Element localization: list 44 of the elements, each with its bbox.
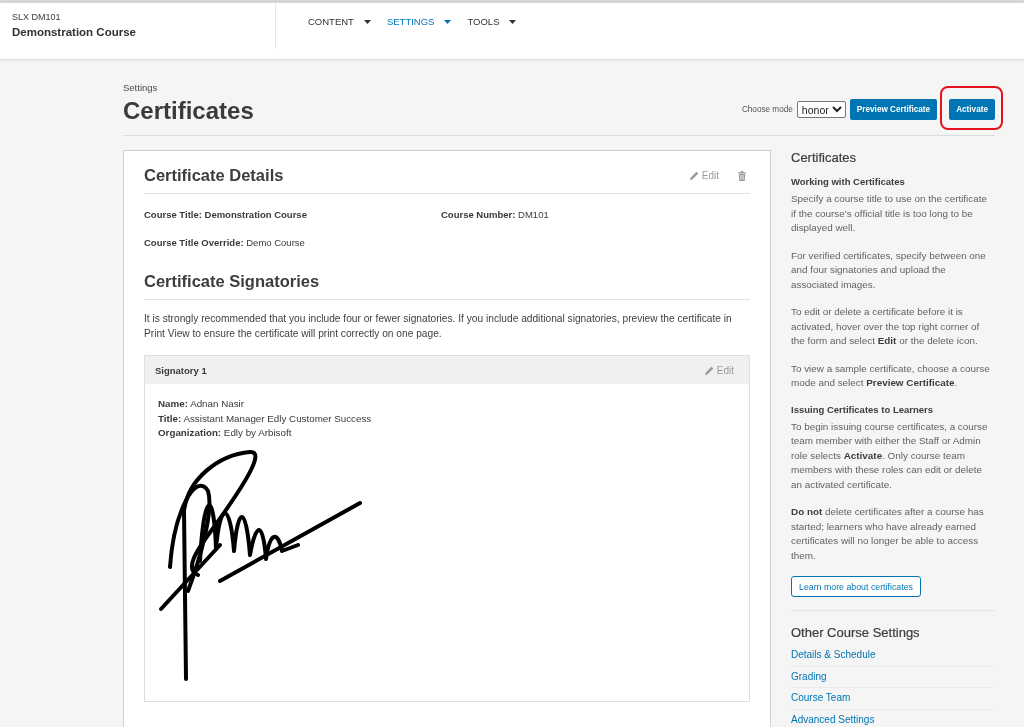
signatory-field: Title: Assistant Manager Edly Customer Success	[158, 411, 736, 426]
sidebar-heading: Certificates	[791, 150, 858, 165]
page-subtitle: Settings	[123, 82, 158, 93]
edit-link[interactable]: Edit	[704, 364, 734, 376]
signatories-note: It is strongly recommended that you include four or fewer signatories. If you include additional signatories, preview the certificate in Print View to ensure the certificate will print correctly on one page.	[144, 312, 733, 341]
section-heading: Certificate Details	[144, 166, 284, 185]
caret-icon	[444, 19, 452, 24]
mode-select[interactable]: honor	[796, 101, 846, 118]
action-button[interactable]: Activate	[949, 99, 995, 120]
help-paragraph: To begin issuing course certificates, a course team member with either the Staff or Admin role selects Activate. Only course team members with these roles can edit or delete an activated certificate.	[791, 419, 989, 492]
nav-menu-item[interactable]: CONTENT	[308, 16, 371, 27]
signatory-field: Organization: Edly by Arbisoft	[158, 426, 736, 441]
mode-label: Choose mode	[741, 105, 793, 114]
caret-icon	[509, 19, 517, 24]
sidebar-subheading: Issuing Certificates to Learners	[791, 403, 935, 416]
nav-menu-item[interactable]: SETTINGS	[386, 16, 452, 27]
help-paragraph: Specify a course title to use on the certificate if the course's official title is too long to be displayed well.	[791, 192, 988, 235]
help-paragraph: To edit or delete a certificate before it is activated, hover over the top right corner of the form and select Edit or the delete icon.	[791, 305, 981, 348]
detail-field: Course Number: DM101	[441, 209, 750, 220]
signatory-field: Name: Adnan Nasir	[158, 397, 736, 412]
help-paragraph: To view a sample certificate, choose a course mode and select Preview Certificate.	[791, 361, 991, 390]
page-title: Certificates	[123, 97, 254, 125]
course-name-label: Demonstration Course	[12, 26, 136, 38]
sidebar-heading: Other Course Settings	[791, 624, 921, 640]
settings-link[interactable]: Advanced Settings	[791, 713, 875, 725]
detail-field: Course Title Override: Demo Course	[144, 237, 441, 248]
caret-icon	[363, 19, 371, 24]
pencil-icon	[704, 365, 714, 375]
nav-menu-item[interactable]: TOOLS	[467, 16, 517, 27]
detail-field: Course Title: Demonstration Course	[144, 209, 441, 220]
learn-more-button[interactable]: Learn more about certificates	[791, 576, 921, 597]
section-heading: Certificate Signatories	[144, 272, 320, 291]
edit-link[interactable]: Edit	[689, 170, 719, 181]
trash-icon[interactable]	[738, 170, 746, 181]
sidebar-subheading: Working with Certificates	[791, 176, 906, 188]
settings-link[interactable]: Details & Schedule	[791, 649, 876, 660]
pencil-icon	[689, 171, 699, 180]
action-button[interactable]: Preview Certificate	[849, 99, 938, 120]
help-paragraph: For verified certificates, specify between one and four signatories and upload the associated images.	[791, 248, 987, 292]
help-paragraph: Do not delete certificates after a course has started; learners who have already earned certificates will no longer be able to access them.	[791, 505, 985, 563]
settings-link[interactable]: Grading	[791, 670, 827, 682]
signatory-heading: Signatory 1	[155, 364, 207, 376]
course-number-label: SLX DM101	[12, 12, 61, 22]
settings-link[interactable]: Course Team	[791, 692, 851, 703]
